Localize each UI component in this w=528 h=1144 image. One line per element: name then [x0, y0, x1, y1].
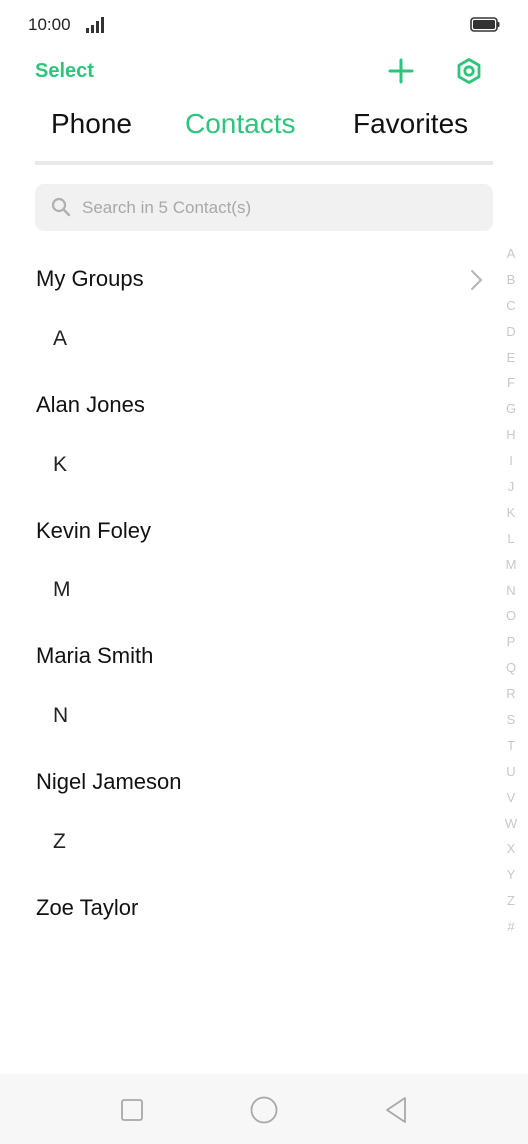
tab-favorites[interactable]: Favorites: [353, 108, 468, 140]
alphabet-index-letter[interactable]: C: [500, 298, 522, 324]
alphabet-index-letter[interactable]: H: [500, 427, 522, 453]
section-header-k: K: [53, 453, 68, 476]
alphabet-index-letter[interactable]: A: [500, 246, 522, 272]
alphabet-index-letter[interactable]: W: [500, 816, 522, 842]
alphabet-index-letter[interactable]: R: [500, 686, 522, 712]
tab-divider: [35, 161, 493, 165]
alphabet-index-letter[interactable]: #: [500, 919, 522, 945]
contact-row[interactable]: Maria Smith: [0, 632, 495, 680]
alphabet-index-letter[interactable]: Z: [500, 893, 522, 919]
alphabet-index-letter[interactable]: B: [500, 272, 522, 298]
home-circle-icon[interactable]: [249, 1095, 279, 1125]
contact-name: Zoe Taylor: [36, 895, 139, 920]
alphabet-index-letter[interactable]: K: [500, 505, 522, 531]
plus-icon[interactable]: [387, 57, 415, 85]
navigation-bar: [0, 1074, 528, 1144]
section-header-a: A: [53, 327, 68, 350]
contact-name: Kevin Foley: [36, 518, 151, 543]
my-groups-row[interactable]: My Groups: [0, 255, 495, 303]
my-groups-label: My Groups: [36, 266, 144, 291]
alphabet-index-letter[interactable]: N: [500, 583, 522, 609]
alphabet-index-letter[interactable]: D: [500, 324, 522, 350]
status-time: 10:00: [28, 15, 71, 34]
alphabet-index-letter[interactable]: Y: [500, 867, 522, 893]
alphabet-index-letter[interactable]: L: [500, 531, 522, 557]
alphabet-index-letter[interactable]: T: [500, 738, 522, 764]
alphabet-index-letter[interactable]: X: [500, 841, 522, 867]
alphabet-index[interactable]: A B C D E F G H I J K L M N O P Q R S T U V W X Y Z #: [500, 246, 522, 945]
alphabet-index-letter[interactable]: E: [500, 350, 522, 376]
tab-bar: Phone Contacts Favorites: [35, 108, 493, 166]
alphabet-index-letter[interactable]: P: [500, 634, 522, 660]
battery-icon: [470, 17, 500, 32]
section-header-m: M: [53, 578, 71, 601]
alphabet-index-letter[interactable]: M: [500, 557, 522, 583]
status-bar: 10:00: [0, 0, 528, 50]
contact-row[interactable]: Zoe Taylor: [0, 884, 495, 932]
alphabet-index-letter[interactable]: O: [500, 608, 522, 634]
search-input[interactable]: Search in 5 Contact(s): [35, 184, 493, 231]
select-button[interactable]: Select: [35, 60, 94, 83]
contact-row[interactable]: Alan Jones: [0, 381, 495, 429]
tab-phone[interactable]: Phone: [51, 108, 132, 140]
contact-row[interactable]: Nigel Jameson: [0, 758, 495, 806]
alphabet-index-letter[interactable]: S: [500, 712, 522, 738]
recents-square-icon[interactable]: [120, 1098, 144, 1122]
alphabet-index-letter[interactable]: F: [500, 375, 522, 401]
tab-contacts[interactable]: Contacts: [185, 108, 296, 140]
search-icon: [51, 197, 71, 217]
contacts-screen: 10:00 Select Phone Contacts Favorites Se…: [0, 0, 528, 1144]
section-header-n: N: [53, 704, 69, 727]
alphabet-index-letter[interactable]: V: [500, 790, 522, 816]
search-placeholder: Search in 5 Contact(s): [82, 198, 252, 217]
settings-icon[interactable]: [455, 57, 483, 85]
contact-name: Nigel Jameson: [36, 769, 182, 794]
alphabet-index-letter[interactable]: Q: [500, 660, 522, 686]
alphabet-index-letter[interactable]: J: [500, 479, 522, 505]
alphabet-index-letter[interactable]: I: [500, 453, 522, 479]
alphabet-index-letter[interactable]: U: [500, 764, 522, 790]
contact-name: Maria Smith: [36, 643, 154, 668]
chevron-right-icon: [471, 270, 482, 290]
back-triangle-icon[interactable]: [383, 1095, 409, 1125]
alphabet-index-letter[interactable]: G: [500, 401, 522, 427]
contact-row[interactable]: Kevin Foley: [0, 507, 495, 555]
signal-icon: [86, 17, 104, 33]
section-header-z: Z: [53, 830, 66, 853]
contact-name: Alan Jones: [36, 392, 145, 417]
